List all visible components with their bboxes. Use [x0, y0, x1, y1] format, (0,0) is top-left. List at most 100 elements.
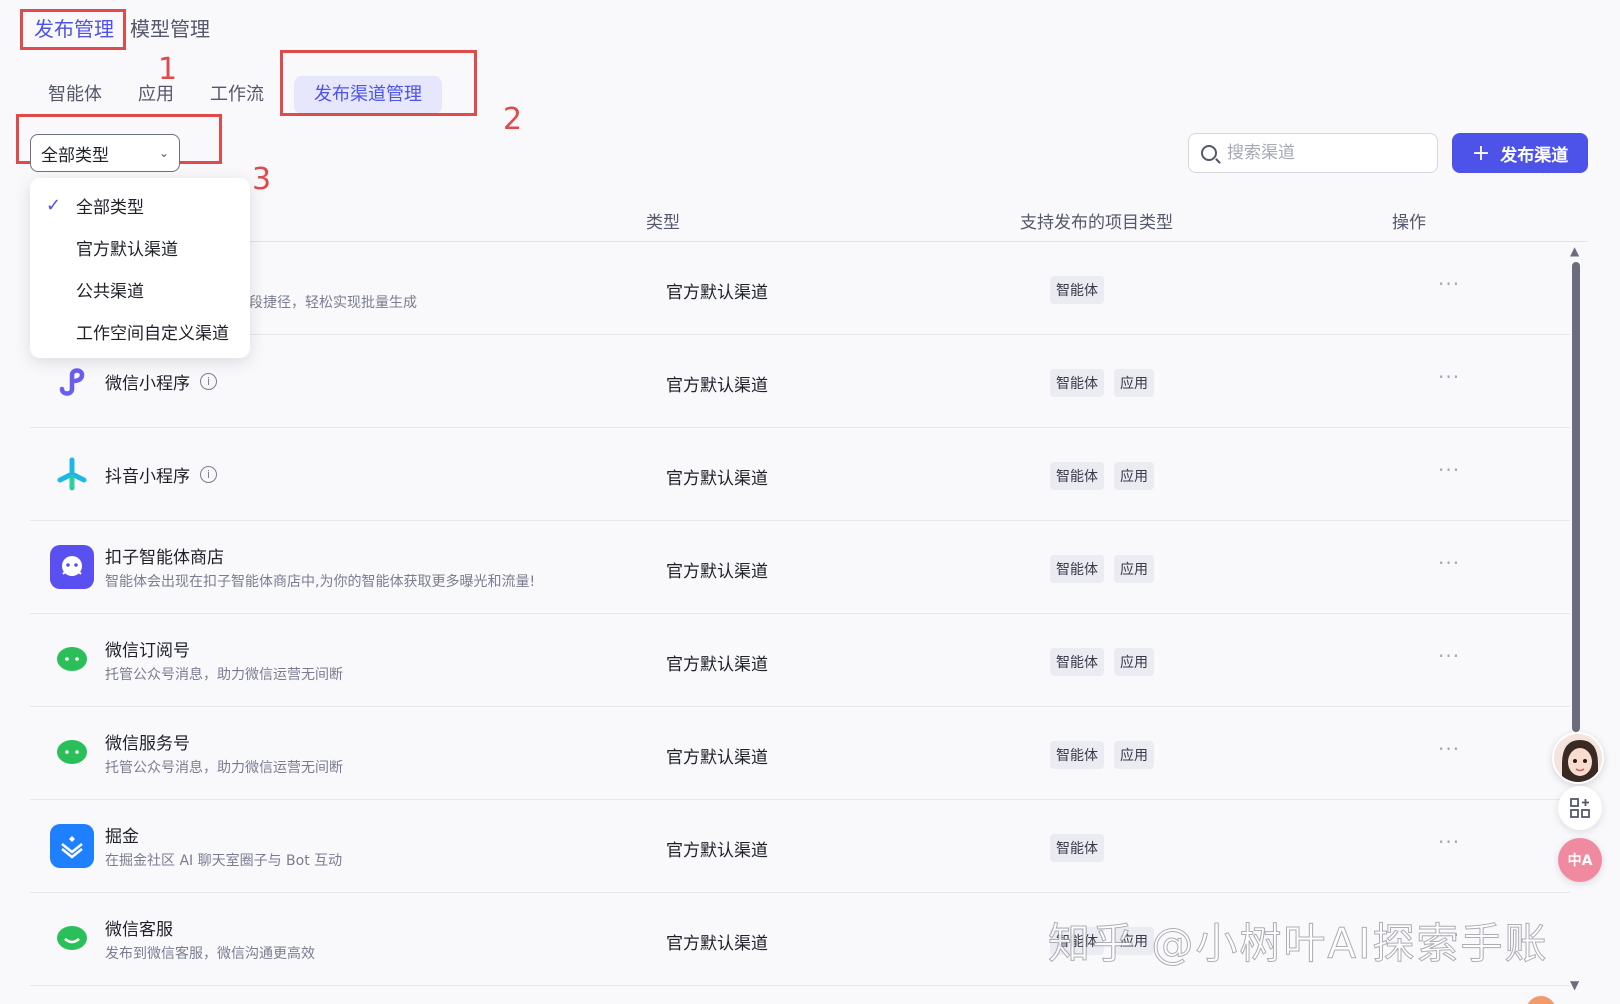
table-row[interactable]: 微信小程序 i 官方默认渠道 智能体 应用 ··· [30, 335, 1570, 428]
more-actions-icon[interactable]: ··· [1438, 830, 1460, 854]
project-type-tags: 智能体 应用 [1050, 648, 1154, 676]
channel-type: 官方默认渠道 [666, 376, 768, 396]
tab-workflows[interactable]: 工作流 [192, 76, 282, 114]
tag-agent: 智能体 [1050, 276, 1104, 304]
channel-description: 智能体会出现在扣子智能体商店中,为你的智能体获取更多曝光和流量! [105, 574, 536, 590]
table-header: 类型 支持发布的项目类型 操作 [30, 200, 1588, 242]
info-icon[interactable]: i [200, 466, 217, 483]
channel-type: 官方默认渠道 [666, 748, 768, 768]
type-filter-dropdown: ✓ 全部类型 官方默认渠道 公共渠道 工作空间自定义渠道 [30, 178, 250, 358]
annotation-box-1 [20, 9, 126, 50]
channel-type: 官方默认渠道 [666, 469, 768, 489]
tab-apps[interactable]: 应用 [120, 76, 192, 114]
channel-name: 微信小程序 i [105, 369, 217, 394]
column-header-project-types: 支持发布的项目类型 [1020, 213, 1173, 233]
more-actions-icon[interactable]: ··· [1438, 551, 1460, 575]
translate-icon[interactable]: 中A [1558, 838, 1602, 882]
type-filter-value: 全部类型 [41, 145, 109, 166]
table-row[interactable]: 微信订阅号 托管公众号消息，助力微信运营无间断 官方默认渠道 智能体 应用 ··… [30, 614, 1570, 707]
check-icon: ✓ [46, 194, 62, 216]
annotation-box-2 [280, 50, 477, 116]
tab-model-management[interactable]: 模型管理 [126, 14, 214, 44]
more-actions-icon[interactable]: ··· [1438, 644, 1460, 668]
tag-app: 应用 [1114, 741, 1154, 769]
more-actions-icon[interactable]: ··· [1438, 272, 1460, 296]
type-filter-select[interactable]: 全部类型 ⌄ [30, 134, 180, 172]
juejin-icon [50, 824, 94, 868]
dropdown-option-label: 官方默认渠道 [76, 239, 178, 260]
corner-badge [1526, 996, 1556, 1004]
channel-type: 官方默认渠道 [666, 655, 768, 675]
dropdown-option-all[interactable]: ✓ 全部类型 [30, 184, 250, 226]
channel-type: 官方默认渠道 [666, 841, 768, 861]
dropdown-option-label: 公共渠道 [76, 281, 144, 302]
chevron-down-icon: ⌄ [158, 146, 169, 160]
tab-agents[interactable]: 智能体 [30, 76, 120, 114]
tag-app: 应用 [1114, 462, 1154, 490]
channel-description: 在掘金社区 AI 聊天室圈子与 Bot 互动 [105, 853, 343, 869]
coze-store-icon [50, 545, 94, 589]
channel-name: 微信订阅号 [105, 641, 190, 661]
tag-agent: 智能体 [1050, 555, 1104, 583]
project-type-tags: 智能体 应用 [1050, 741, 1154, 769]
project-type-tags: 智能体 [1050, 276, 1104, 304]
dropdown-option-workspace[interactable]: 工作空间自定义渠道 [30, 310, 250, 352]
more-actions-icon[interactable]: ··· [1438, 458, 1460, 482]
channel-description: 托管公众号消息，助力微信运营无间断 [105, 760, 343, 776]
info-icon[interactable]: i [200, 373, 217, 390]
table-row[interactable]: 微信服务号 托管公众号消息，助力微信运营无间断 官方默认渠道 智能体 应用 ··… [30, 707, 1570, 800]
search-icon [1201, 145, 1217, 161]
tag-app: 应用 [1114, 555, 1154, 583]
channel-name: 微信服务号 [105, 734, 190, 754]
publish-channel-label: 发布渠道 [1500, 145, 1569, 166]
channel-description: 托管公众号消息，助力微信运营无间断 [105, 667, 343, 683]
table-row[interactable]: 抖音小程序 i 官方默认渠道 智能体 应用 ··· [30, 428, 1570, 521]
plus-icon: + [1471, 140, 1491, 166]
column-header-type: 类型 [646, 213, 680, 233]
tag-agent: 智能体 [1050, 741, 1104, 769]
scroll-down-arrow-icon[interactable]: ▼ [1570, 978, 1579, 992]
project-type-tags: 智能体 应用 [1050, 555, 1154, 583]
tag-agent: 智能体 [1050, 462, 1104, 490]
publish-channel-button[interactable]: + 发布渠道 [1452, 133, 1588, 173]
annotation-number-3: 3 [252, 162, 272, 197]
more-actions-icon[interactable]: ··· [1438, 737, 1460, 761]
wechat-service-icon [50, 917, 94, 961]
channel-type: 官方默认渠道 [666, 283, 768, 303]
wechat-icon [50, 731, 94, 775]
tag-agent: 智能体 [1050, 648, 1104, 676]
channel-name: 掘金 [105, 827, 139, 847]
apps-grid-icon[interactable] [1558, 786, 1602, 830]
annotation-number-2: 2 [503, 102, 523, 137]
wechat-icon [50, 638, 94, 682]
scrollbar-thumb[interactable] [1572, 262, 1580, 732]
channel-name-text: 微信小程序 [105, 374, 190, 394]
search-box [1188, 133, 1438, 173]
table-row[interactable]: 掘金 在掘金社区 AI 聊天室圈子与 Bot 互动 官方默认渠道 智能体 ··· [30, 800, 1570, 893]
scroll-up-arrow-icon[interactable]: ▲ [1570, 244, 1579, 258]
project-type-tags: 智能体 应用 [1050, 462, 1154, 490]
dropdown-option-official[interactable]: 官方默认渠道 [30, 226, 250, 268]
channel-list: 字段捷径，轻松实现批量生成 官方默认渠道 智能体 ··· 微信小程序 i 官方默… [30, 242, 1570, 986]
table-row[interactable]: 扣子智能体商店 智能体会出现在扣子智能体商店中,为你的智能体获取更多曝光和流量!… [30, 521, 1570, 614]
tag-agent: 智能体 [1050, 369, 1104, 397]
channel-description: 字段捷径，轻松实现批量生成 [235, 295, 417, 311]
channel-type: 官方默认渠道 [666, 562, 768, 582]
douyin-miniprogram-icon [50, 452, 94, 496]
dropdown-option-label: 全部类型 [76, 197, 144, 218]
dropdown-option-public[interactable]: 公共渠道 [30, 268, 250, 310]
assistant-avatar[interactable] [1552, 732, 1604, 784]
annotation-number-1: 1 [158, 52, 178, 87]
search-input[interactable] [1227, 143, 1417, 163]
wechat-miniprogram-icon [50, 359, 94, 403]
table-row[interactable]: 字段捷径，轻松实现批量生成 官方默认渠道 智能体 ··· [30, 242, 1570, 335]
channel-description: 发布到微信客服，微信沟通更高效 [105, 946, 315, 962]
channel-name: 抖音小程序 i [105, 462, 217, 487]
tag-app: 应用 [1114, 648, 1154, 676]
tag-agent: 智能体 [1050, 834, 1104, 862]
more-actions-icon[interactable]: ··· [1438, 365, 1460, 389]
channel-name: 微信客服 [105, 920, 173, 940]
channel-name: 扣子智能体商店 [105, 548, 224, 568]
project-type-tags: 智能体 应用 [1050, 369, 1154, 397]
column-header-actions: 操作 [1392, 213, 1426, 233]
